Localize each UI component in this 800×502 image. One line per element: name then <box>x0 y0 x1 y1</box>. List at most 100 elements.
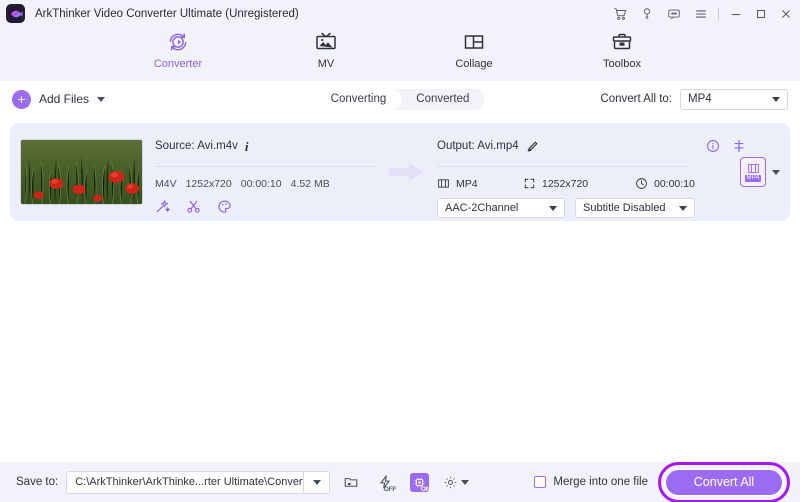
status-filter-segmented: Converting Converted <box>315 88 485 110</box>
window-controls <box>606 0 800 27</box>
window-title: ArkThinker Video Converter Ultimate (Unr… <box>35 7 299 20</box>
add-files-button[interactable]: + Add Files <box>12 89 106 109</box>
arkthinker-logo-icon <box>6 4 25 23</box>
toolbox-icon <box>610 29 634 55</box>
pencil-icon[interactable] <box>526 140 539 153</box>
tab-converter-label: Converter <box>153 58 203 70</box>
output-duration-item: 00:00:10 <box>635 177 695 190</box>
source-info: Source: Avi.m4v i M4V 1252x720 00:00:10 … <box>155 123 377 221</box>
settings-button[interactable] <box>440 470 472 494</box>
save-to-path-value: C:\ArkThinker\ArkThinke...rter Ultimate\… <box>75 476 304 488</box>
output-divider <box>437 166 687 167</box>
video-thumbnail[interactable] <box>20 139 143 205</box>
output-format-item: MP4 <box>437 177 523 190</box>
save-to-path-field[interactable]: C:\ArkThinker\ArkThinke...rter Ultimate\… <box>66 470 331 494</box>
file-list-item[interactable]: Source: Avi.m4v i M4V 1252x720 00:00:10 … <box>10 123 790 221</box>
bottom-bar: Save to: C:\ArkThinker\ArkThinke...rter … <box>0 461 800 502</box>
cart-icon[interactable] <box>606 0 633 27</box>
gpu-accel-state: ON <box>420 486 431 493</box>
converter-icon <box>166 29 190 55</box>
tab-collage[interactable]: Collage <box>431 29 517 70</box>
save-to-chevron-down-icon[interactable] <box>303 471 329 493</box>
output-filename: Output: Avi.mp4 <box>437 140 519 152</box>
convert-all-button[interactable]: Convert All <box>665 468 783 496</box>
titlebar-divider <box>718 7 719 20</box>
chevron-down-icon <box>772 96 780 102</box>
action-toolbar: + Add Files Converting Converted Convert… <box>0 81 800 117</box>
merge-into-one-file-checkbox[interactable]: Merge into one file <box>534 476 648 488</box>
subtitle-track-select[interactable]: Subtitle Disabled <box>575 198 695 218</box>
file-list: Source: Avi.m4v i M4V 1252x720 00:00:10 … <box>0 117 800 462</box>
close-button[interactable] <box>773 0 798 27</box>
add-files-label: Add Files <box>39 92 90 106</box>
convert-all-to-group: Convert All to: MP4 <box>600 88 788 110</box>
main-nav: Converter MV Collage Toolbox <box>0 27 800 81</box>
source-format: M4V <box>155 178 177 190</box>
format-badge-label: MP4 <box>744 174 762 182</box>
chevron-down-icon <box>549 205 557 211</box>
collage-icon <box>462 29 486 55</box>
output-header: Output: Avi.mp4 <box>437 137 780 155</box>
output-resolution-item: 1252x720 <box>523 177 635 190</box>
source-header: Source: Avi.m4v i <box>155 137 377 155</box>
scissors-icon[interactable] <box>186 199 201 214</box>
gpu-accel-toggle[interactable]: ON <box>406 470 432 494</box>
source-duration: 00:00:10 <box>240 178 282 190</box>
convert-all-to-label: Convert All to: <box>600 93 672 105</box>
source-filename: Source: Avi.m4v <box>155 140 238 152</box>
magic-wand-icon[interactable] <box>155 199 170 214</box>
chevron-down-icon[interactable] <box>97 96 106 102</box>
palette-icon[interactable] <box>217 199 232 214</box>
output-format: MP4 <box>456 177 478 190</box>
checkbox-box <box>534 476 547 488</box>
output-info-icon[interactable] <box>706 139 720 153</box>
app-window: ArkThinker Video Converter Ultimate (Unr… <box>0 0 800 502</box>
minimize-button[interactable] <box>723 0 748 27</box>
convert-all-to-select[interactable]: MP4 <box>680 88 788 110</box>
source-filesize: 4.52 MB <box>290 178 330 190</box>
tab-converting[interactable]: Converting <box>315 88 402 110</box>
clock-icon <box>636 178 647 189</box>
chevron-down-icon <box>679 205 687 211</box>
open-folder-button[interactable] <box>338 470 364 494</box>
tab-mv[interactable]: MV <box>283 29 369 70</box>
format-badge-group: MP4 <box>740 157 780 187</box>
source-resolution: 1252x720 <box>185 178 232 190</box>
tab-toolbox[interactable]: Toolbox <box>579 29 665 70</box>
subtitle-track-value: Subtitle Disabled <box>583 202 666 214</box>
key-icon[interactable] <box>633 0 660 27</box>
arrow-right-icon <box>389 163 423 181</box>
tab-toolbox-label: Toolbox <box>603 58 641 70</box>
hardware-accel-toggle[interactable]: OFF <box>372 470 398 494</box>
info-icon[interactable]: i <box>245 140 249 153</box>
output-track-selects: AAC-2Channel Subtitle Disabled <box>437 198 780 218</box>
audio-track-value: AAC-2Channel <box>445 202 519 214</box>
format-badge-chevron-down-icon[interactable] <box>772 169 780 175</box>
bottom-bar-actions: Merge into one file Convert All <box>534 461 790 502</box>
title-bar: ArkThinker Video Converter Ultimate (Unr… <box>0 0 800 27</box>
tab-mv-label: MV <box>317 58 335 70</box>
tab-collage-label: Collage <box>455 58 493 70</box>
film-icon <box>438 179 449 188</box>
plus-icon: + <box>12 89 31 109</box>
menu-icon[interactable] <box>687 0 714 27</box>
audio-track-select[interactable]: AAC-2Channel <box>437 198 565 218</box>
split-merge-icon[interactable] <box>732 139 746 153</box>
tab-converted[interactable]: Converted <box>401 89 484 110</box>
feedback-icon[interactable] <box>660 0 687 27</box>
source-divider <box>155 166 377 167</box>
save-to-label: Save to: <box>16 476 59 488</box>
output-actions <box>706 139 780 153</box>
settings-chevron-down-icon[interactable] <box>461 479 470 485</box>
resize-icon <box>524 178 535 189</box>
output-metadata: MP4 1252x720 00:00:10 <box>437 177 780 190</box>
mv-icon <box>314 29 338 55</box>
tab-converter[interactable]: Converter <box>135 29 221 70</box>
maximize-button[interactable] <box>748 0 773 27</box>
source-metadata: M4V 1252x720 00:00:10 4.52 MB <box>155 178 377 190</box>
gear-icon <box>445 476 457 488</box>
output-format-badge[interactable]: MP4 <box>740 157 766 187</box>
film-icon <box>747 163 759 173</box>
folder-icon <box>344 478 358 487</box>
output-resolution: 1252x720 <box>542 177 589 190</box>
